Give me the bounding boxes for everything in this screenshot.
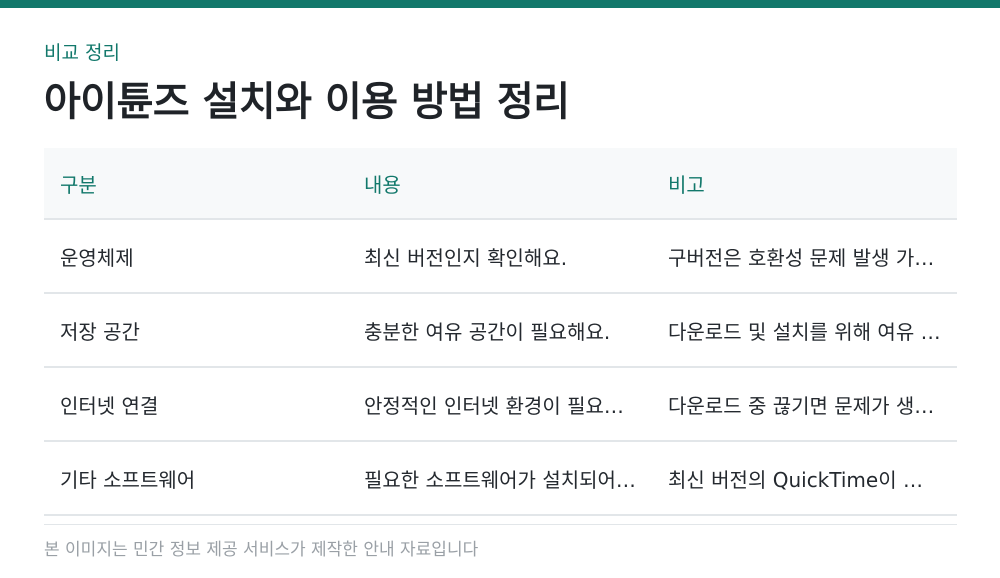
table-row: 인터넷 연결 안정적인 인터넷 환경이 필요해요. 다운로드 중 끊기면 문제가… (44, 368, 957, 442)
cell-note: 다운로드 중 끊기면 문제가 생길 수 있어요 (668, 393, 957, 418)
cell-note: 최신 버전의 QuickTime이 필요해요 (668, 467, 957, 492)
cell-note: 구버전은 호환성 문제 발생 가능성이 있어요 (668, 245, 957, 270)
column-header-content: 내용 (364, 172, 401, 197)
footer-note: 본 이미지는 민간 정보 제공 서비스가 제작한 안내 자료입니다 (44, 540, 479, 560)
table-row: 기타 소프트웨어 필요한 소프트웨어가 설치되어 있어야 해요. 최신 버전의 … (44, 442, 957, 516)
cell-category: 기타 소프트웨어 (60, 467, 196, 492)
top-accent-bar (0, 0, 1000, 8)
table-header-row: 구분 내용 비고 (44, 148, 957, 220)
page-title: 아이튠즈 설치와 이용 방법 정리 (44, 79, 570, 125)
comparison-table: 구분 내용 비고 운영체제 최신 버전인지 확인해요. 구버전은 호환성 문제 … (44, 148, 957, 516)
cell-category: 저장 공간 (60, 319, 140, 344)
cell-category: 운영체제 (60, 245, 134, 270)
cell-content: 충분한 여유 공간이 필요해요. (364, 319, 611, 344)
cell-content: 안정적인 인터넷 환경이 필요해요. (364, 393, 648, 418)
footer-divider (44, 524, 957, 525)
section-eyebrow: 비교 정리 (44, 42, 120, 64)
cell-category: 인터넷 연결 (60, 393, 159, 418)
table-row: 운영체제 최신 버전인지 확인해요. 구버전은 호환성 문제 발생 가능성이 있… (44, 220, 957, 294)
column-header-category: 구분 (60, 172, 97, 197)
cell-content: 필요한 소프트웨어가 설치되어 있어야 해요. (364, 467, 652, 492)
cell-content: 최신 버전인지 확인해요. (364, 245, 568, 270)
cell-note: 다운로드 및 설치를 위해 여유 공간이 필요해요 (668, 319, 957, 344)
table-row: 저장 공간 충분한 여유 공간이 필요해요. 다운로드 및 설치를 위해 여유 … (44, 294, 957, 368)
column-header-note: 비고 (668, 172, 705, 197)
